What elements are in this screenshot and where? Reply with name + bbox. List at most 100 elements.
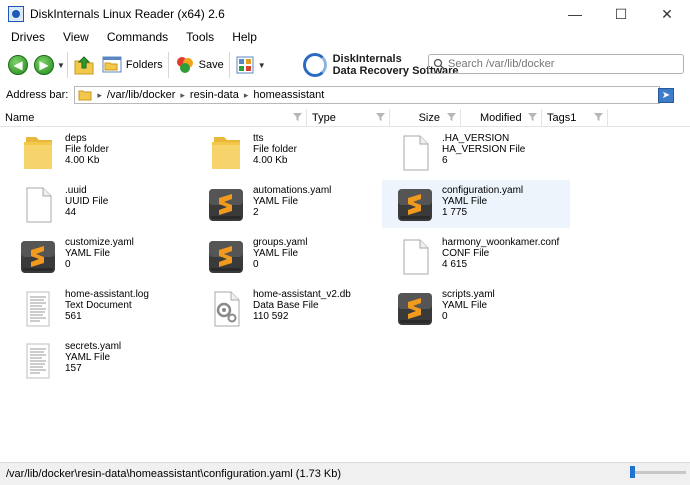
file-type: YAML File	[253, 248, 299, 259]
toolbar-separator	[167, 52, 169, 78]
menu-help[interactable]: Help	[225, 30, 264, 44]
filter-icon[interactable]	[447, 113, 456, 122]
file-item-automations-yaml[interactable]: automations.yaml YAML File 2	[193, 180, 381, 228]
file-item-scripts-yaml[interactable]: scripts.yaml YAML File 0	[382, 284, 570, 332]
address-field[interactable]: ▸ /var/lib/docker ▸ resin-data ▸ homeass…	[74, 86, 661, 104]
minimize-button[interactable]: —	[552, 0, 598, 28]
save-button[interactable]: Save	[171, 51, 227, 79]
up-folder-button[interactable]	[70, 51, 98, 79]
filter-icon[interactable]	[594, 113, 603, 122]
column-tags[interactable]: Tags1	[542, 109, 608, 127]
file-item-deps[interactable]: deps File folder 4.00 Kb	[5, 128, 193, 176]
file-name: tts	[253, 133, 264, 144]
file-item-configuration-yaml[interactable]: configuration.yaml YAML File 1 775	[382, 180, 570, 228]
menu-tools[interactable]: Tools	[179, 30, 221, 44]
file-type: File folder	[65, 144, 109, 155]
column-type[interactable]: Type	[307, 109, 390, 127]
go-button[interactable]: ➤	[658, 88, 674, 103]
file-item-uuid[interactable]: .uuid UUID File 44	[5, 180, 193, 228]
column-name[interactable]: Name	[0, 109, 307, 127]
close-button[interactable]: ✕	[644, 0, 690, 28]
file-item-customize-yaml[interactable]: customize.yaml YAML File 0	[5, 232, 193, 280]
file-name: deps	[65, 133, 87, 144]
text-document-icon	[18, 341, 58, 381]
file-type: HA_VERSION File	[442, 144, 526, 155]
folder-icon	[206, 133, 246, 173]
view-mode-dropdown-icon: ▼	[257, 60, 266, 70]
address-bar: Address bar: ▸ /var/lib/docker ▸ resin-d…	[0, 84, 690, 106]
folder-up-icon	[74, 56, 94, 75]
file-type: YAML File	[253, 196, 299, 207]
search-input[interactable]	[448, 58, 678, 70]
folders-icon	[102, 56, 122, 73]
file-list[interactable]: deps File folder 4.00 Kb tts File folder…	[0, 128, 690, 462]
maximize-button[interactable]: ☐	[598, 0, 644, 28]
file-item-secrets-yaml[interactable]: secrets.yaml YAML File 157	[5, 336, 193, 384]
document-icon	[395, 133, 435, 173]
forward-button[interactable]: ▶	[34, 55, 54, 75]
menu-view[interactable]: View	[56, 30, 96, 44]
file-item-home-assistant-v2-db[interactable]: home-assistant_v2.db Data Base File 110 …	[193, 284, 381, 332]
filter-icon[interactable]	[528, 113, 537, 122]
document-icon	[18, 185, 58, 225]
zoom-slider-track[interactable]	[630, 471, 686, 474]
breadcrumb-var-lib-docker[interactable]: /var/lib/docker	[107, 89, 175, 101]
folders-button[interactable]: Folders	[98, 51, 166, 79]
file-item-harmony-woonkamer-conf[interactable]: harmony_woonkamer.conf CONF File 4 615	[382, 232, 570, 280]
file-size: 0	[65, 259, 71, 270]
breadcrumb-resin-data[interactable]: resin-data	[190, 89, 239, 101]
file-item-groups-yaml[interactable]: groups.yaml YAML File 0	[193, 232, 381, 280]
menu-commands[interactable]: Commands	[100, 30, 175, 44]
sublime-icon	[395, 185, 435, 225]
file-type: CONF File	[442, 248, 490, 259]
search-icon	[433, 58, 445, 70]
toolbar-separator	[228, 52, 230, 78]
go-arrow-icon: ➤	[661, 90, 671, 101]
filter-icon[interactable]	[293, 113, 302, 122]
folders-label: Folders	[125, 59, 163, 71]
filter-icon[interactable]	[376, 113, 385, 122]
column-modified[interactable]: Modified	[461, 109, 542, 127]
folder-icon	[18, 133, 58, 173]
status-bar: /var/lib/docker\resin-data\homeassistant…	[0, 462, 690, 485]
file-size: 1 775	[442, 207, 468, 218]
file-size: 157	[65, 363, 82, 374]
window-title: DiskInternals Linux Reader (x64) 2.6	[30, 7, 225, 21]
view-mode-button[interactable]: ▼	[232, 51, 269, 79]
zoom-slider-thumb[interactable]	[630, 466, 635, 478]
address-label: Address bar:	[6, 89, 69, 101]
file-name: automations.yaml	[253, 185, 332, 196]
file-type: YAML File	[442, 300, 488, 311]
file-size: 0	[442, 311, 448, 322]
file-type: YAML File	[442, 196, 488, 207]
column-size[interactable]: Size	[390, 109, 461, 127]
save-label: Save	[198, 59, 224, 71]
file-item-tts[interactable]: tts File folder 4.00 Kb	[193, 128, 381, 176]
search-box[interactable]	[428, 54, 684, 74]
file-name: home-assistant.log	[65, 289, 149, 300]
history-dropdown-icon[interactable]: ▼	[57, 61, 65, 70]
text-document-icon	[18, 289, 58, 329]
sublime-icon	[206, 237, 246, 277]
folder-icon	[78, 90, 92, 101]
breadcrumb-separator-icon: ▸	[180, 89, 185, 100]
menu-drives[interactable]: Drives	[4, 30, 52, 44]
arrow-left-icon: ◀	[13, 58, 23, 72]
diskinternals-logo-icon	[302, 53, 327, 77]
file-type: File folder	[253, 144, 297, 155]
breadcrumb-homeassistant[interactable]: homeassistant	[253, 89, 324, 101]
file-size: 6	[442, 155, 448, 166]
file-size: 4 615	[442, 259, 468, 270]
file-item-home-assistant-log[interactable]: home-assistant.log Text Document 561	[5, 284, 193, 332]
file-name: configuration.yaml	[442, 185, 524, 196]
file-size: 0	[253, 259, 259, 270]
file-size: 110 592	[253, 311, 289, 322]
arrow-right-icon: ▶	[39, 58, 49, 72]
back-button[interactable]: ◀	[8, 55, 28, 75]
file-name: .uuid	[65, 185, 87, 196]
file-item-ha-version[interactable]: .HA_VERSION HA_VERSION File 6	[382, 128, 570, 176]
breadcrumb-separator-icon: ▸	[243, 89, 249, 100]
sublime-icon	[18, 237, 58, 277]
file-size: 2	[253, 207, 259, 218]
title-bar: DiskInternals Linux Reader (x64) 2.6 — ☐…	[0, 0, 690, 28]
